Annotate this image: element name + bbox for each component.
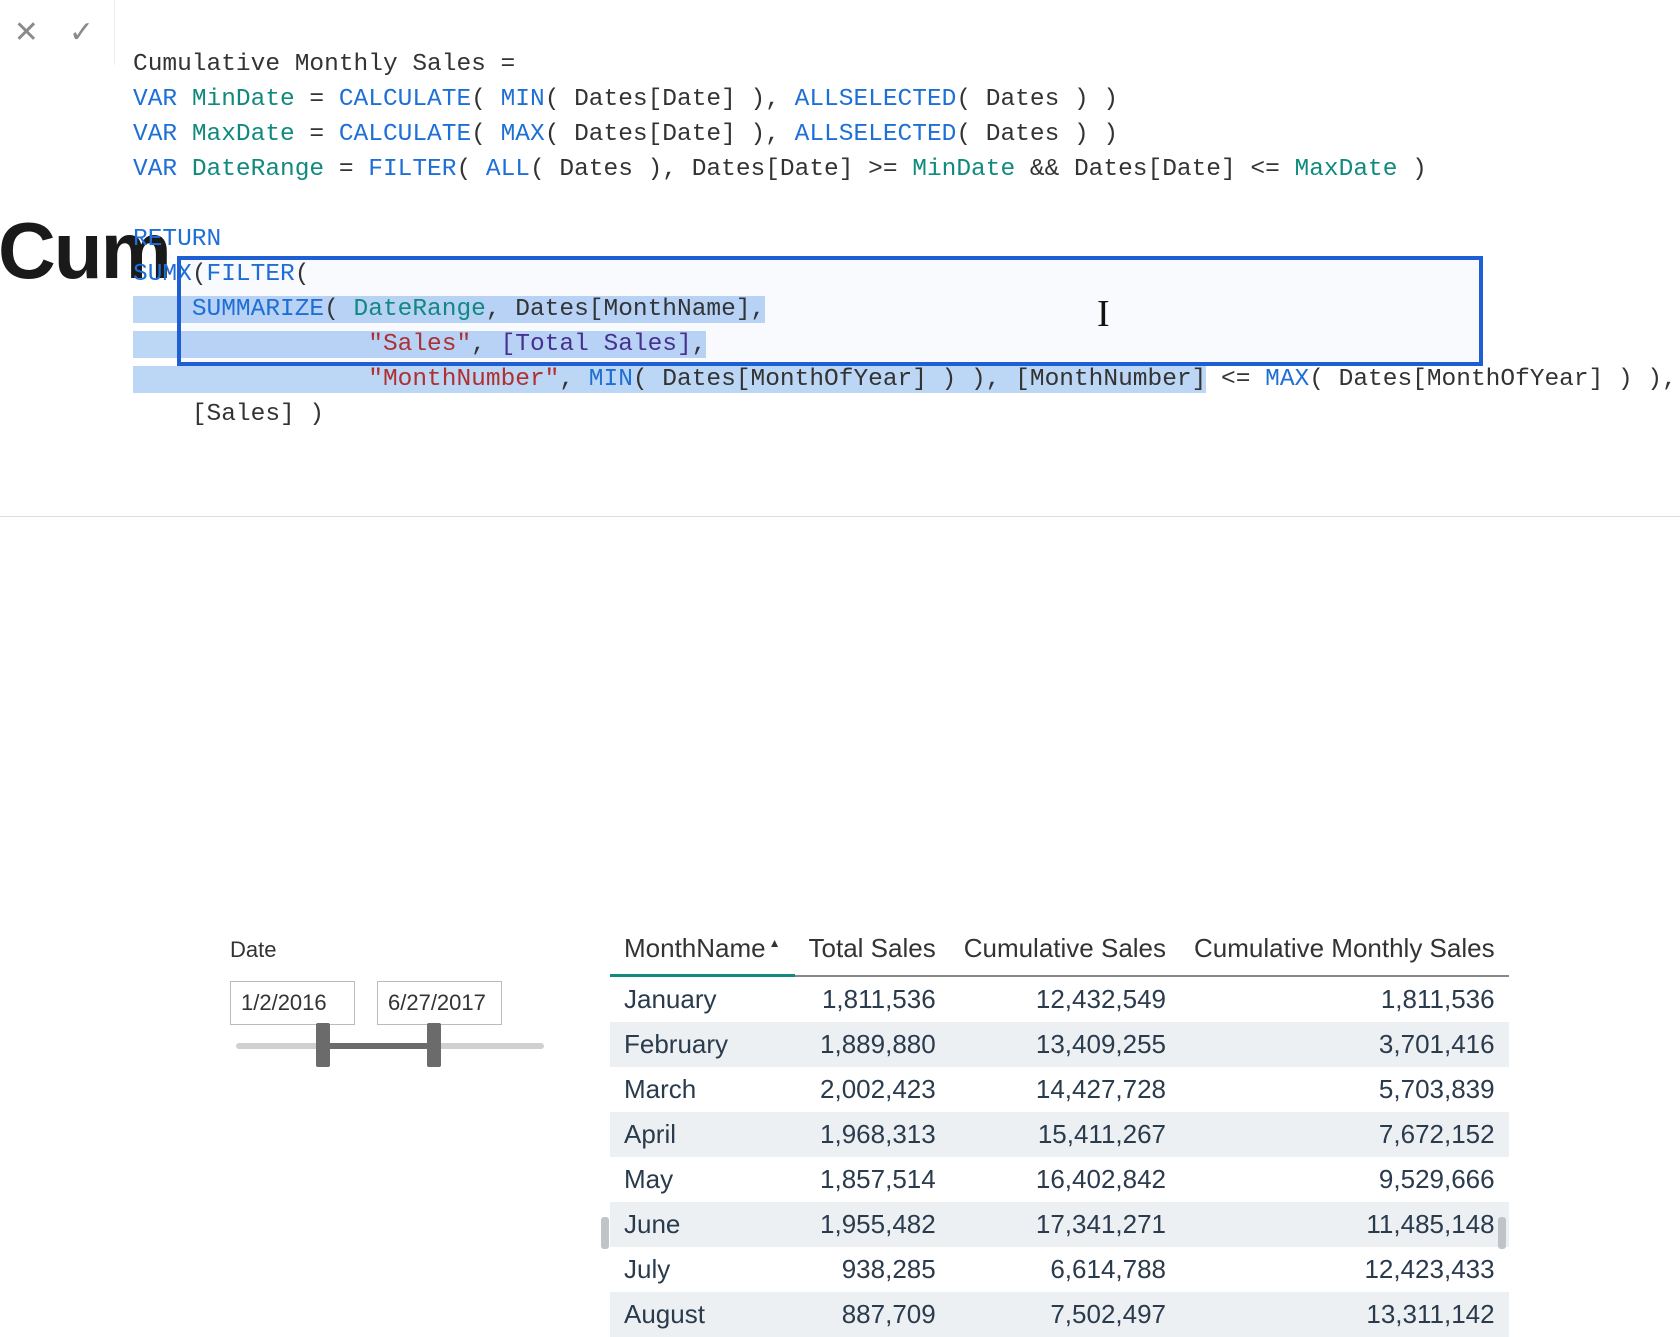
table-cell: 1,955,482 (795, 1202, 950, 1247)
table-cell: 1,857,514 (795, 1157, 950, 1202)
commit-icon[interactable]: ✓ (69, 15, 94, 50)
cancel-icon[interactable]: ✕ (14, 15, 39, 50)
table-cell: 7,672,152 (1180, 1112, 1509, 1157)
slicer-to-input[interactable]: 6/27/2017 (377, 981, 502, 1025)
col-monthname[interactable]: MonthName▲ (610, 927, 795, 976)
table-cell: June (610, 1202, 795, 1247)
table-row[interactable]: January1,811,53612,432,5491,811,536 (610, 976, 1509, 1023)
report-canvas: Date 1/2/2016 6/27/2017 MonthName▲ Total… (0, 516, 1680, 991)
table-scroll-indicator-left[interactable] (601, 1217, 609, 1249)
table-scroll-indicator-right[interactable] (1498, 1217, 1506, 1249)
formula-bar: ✕ ✓ Cumulative Monthly Sales = VAR MinDa… (0, 0, 1680, 516)
table-row[interactable]: February1,889,88013,409,2553,701,416 (610, 1022, 1509, 1067)
table-cell: 13,409,255 (950, 1022, 1180, 1067)
table-row[interactable]: May1,857,51416,402,8429,529,666 (610, 1157, 1509, 1202)
table-row[interactable]: April1,968,31315,411,2677,672,152 (610, 1112, 1509, 1157)
table-row[interactable]: March2,002,42314,427,7285,703,839 (610, 1067, 1509, 1112)
code-var: VAR (133, 121, 192, 148)
dax-editor[interactable]: Cumulative Monthly Sales = VAR MinDate =… (115, 0, 1680, 516)
table-cell: January (610, 976, 795, 1023)
table-cell: 5,703,839 (1180, 1067, 1509, 1112)
table-cell: 938,285 (795, 1247, 950, 1292)
table-row[interactable]: June1,955,48217,341,27111,485,148 (610, 1202, 1509, 1247)
table-cell: 1,889,880 (795, 1022, 950, 1067)
formula-bar-buttons: ✕ ✓ (0, 0, 115, 65)
table-cell: 12,432,549 (950, 976, 1180, 1023)
table-row[interactable]: July938,2856,614,78812,423,433 (610, 1247, 1509, 1292)
table-cell: April (610, 1112, 795, 1157)
table-cell: 17,341,271 (950, 1202, 1180, 1247)
results-table-visual[interactable]: MonthName▲ Total Sales Cumulative Sales … (610, 927, 1509, 1337)
col-total-sales[interactable]: Total Sales (795, 927, 950, 976)
col-cumulative-monthly-sales[interactable]: Cumulative Monthly Sales (1180, 927, 1509, 976)
table-cell: 7,502,497 (950, 1292, 1180, 1337)
code-var: VAR (133, 156, 192, 183)
slicer-slider-track[interactable] (236, 1043, 544, 1049)
slicer-slider-fill (316, 1043, 427, 1049)
sort-asc-icon: ▲ (769, 936, 781, 950)
table-cell: 1,968,313 (795, 1112, 950, 1157)
table-cell: 1,811,536 (795, 976, 950, 1023)
slicer-title: Date (230, 937, 550, 963)
table-cell: 3,701,416 (1180, 1022, 1509, 1067)
table-cell: 14,427,728 (950, 1067, 1180, 1112)
table-cell: 12,423,433 (1180, 1247, 1509, 1292)
table-cell: July (610, 1247, 795, 1292)
slicer-range-inputs: 1/2/2016 6/27/2017 (230, 981, 550, 1025)
table-cell: 16,402,842 (950, 1157, 1180, 1202)
results-table: MonthName▲ Total Sales Cumulative Sales … (610, 927, 1509, 1337)
table-row[interactable]: August887,7097,502,49713,311,142 (610, 1292, 1509, 1337)
table-cell: 887,709 (795, 1292, 950, 1337)
table-cell: 13,311,142 (1180, 1292, 1509, 1337)
code-var: VAR (133, 86, 192, 113)
code-return: RETURN (133, 226, 221, 253)
slicer-handle-end[interactable] (427, 1023, 441, 1067)
table-cell: 1,811,536 (1180, 976, 1509, 1023)
table-cell: 15,411,267 (950, 1112, 1180, 1157)
col-cumulative-sales[interactable]: Cumulative Sales (950, 927, 1180, 976)
table-cell: 2,002,423 (795, 1067, 950, 1112)
table-cell: February (610, 1022, 795, 1067)
date-slicer[interactable]: Date 1/2/2016 6/27/2017 (230, 937, 550, 1049)
table-cell: March (610, 1067, 795, 1112)
table-cell: 6,614,788 (950, 1247, 1180, 1292)
table-cell: 11,485,148 (1180, 1202, 1509, 1247)
table-cell: August (610, 1292, 795, 1337)
code-line-1: Cumulative Monthly Sales = (133, 51, 515, 78)
slicer-handle-start[interactable] (316, 1023, 330, 1067)
slicer-from-input[interactable]: 1/2/2016 (230, 981, 355, 1025)
table-cell: May (610, 1157, 795, 1202)
table-cell: 9,529,666 (1180, 1157, 1509, 1202)
